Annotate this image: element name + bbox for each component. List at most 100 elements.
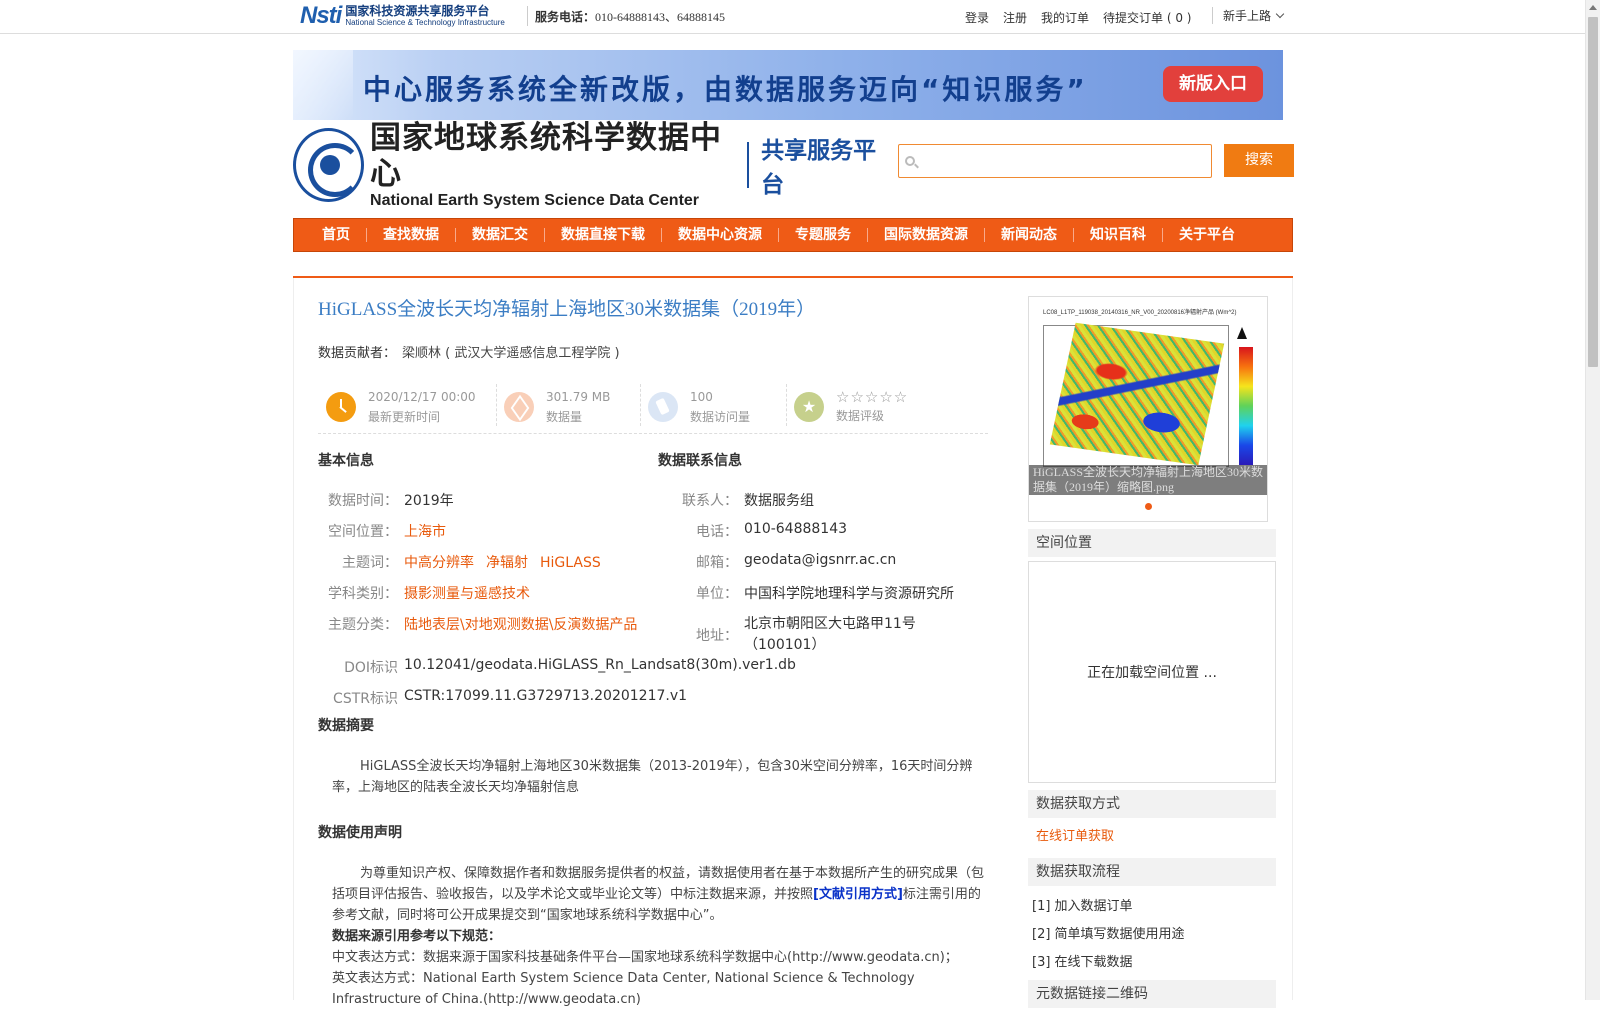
- stat-visits-value: 100: [690, 390, 713, 404]
- location-link[interactable]: 上海市: [404, 521, 446, 541]
- keyword-tag[interactable]: 中高分辨率: [404, 555, 474, 571]
- access-method-heading: 数据获取方式: [1028, 790, 1276, 818]
- nsti-logo-cn: 国家科技资源共享服务平台: [345, 4, 490, 18]
- nsti-logo-mark: Nsti: [300, 2, 342, 29]
- doi-row: DOI标识 10.12041/geodata.HiGLASS_Rn_Landsa…: [318, 657, 796, 677]
- nsti-logo-en: National Science & Technology Infrastruc…: [345, 18, 505, 27]
- category-row: 主题分类： 陆地表层\对地观测数据\反演数据产品: [318, 614, 637, 634]
- stat-updated-label: 最新更新时间: [368, 410, 441, 424]
- nsti-logo[interactable]: Nsti 国家科技资源共享服务平台 National Science & Tec…: [300, 2, 505, 30]
- pending-orders-link[interactable]: 待提交订单 ( 0 ): [1103, 9, 1191, 26]
- service-phone: 服务电话：010-64888143、64888145: [535, 8, 725, 25]
- keywords-label: 主题词：: [342, 555, 398, 571]
- register-link[interactable]: 注册: [1003, 9, 1027, 26]
- nav-direct-download[interactable]: 数据直接下载: [544, 228, 661, 242]
- contributor-value: 梁顺林 ( 武汉大学遥感信息工程学院 ): [402, 346, 620, 361]
- nav-find-data[interactable]: 查找数据: [366, 228, 455, 242]
- contact-person-value: 数据服务组: [744, 493, 814, 509]
- basic-info-heading: 基本信息: [318, 453, 374, 469]
- discipline-label: 学科类别：: [328, 586, 398, 602]
- nav-data-submission[interactable]: 数据汇交: [455, 228, 544, 242]
- stat-rating-label: 数据评级: [836, 409, 885, 423]
- rating-stars[interactable]: ☆☆☆☆☆: [836, 388, 908, 406]
- service-phone-label: 服务电话：: [535, 10, 596, 24]
- contact-address-line: 北京市朝阳区大屯路甲11号: [744, 616, 916, 632]
- contributor: 数据贡献者： 梁顺林 ( 武汉大学遥感信息工程学院 ): [318, 342, 620, 361]
- qr-code-heading: 元数据链接二维码: [1028, 980, 1276, 1008]
- keywords-row: 主题词： 中高分辨率 净辐射 HiGLASS: [318, 552, 613, 572]
- nav-news[interactable]: 新闻动态: [984, 228, 1073, 242]
- search-icon: [905, 156, 915, 166]
- scroll-up-arrow-icon[interactable]: [1589, 5, 1597, 10]
- top-divider: [527, 6, 528, 26]
- location-label: 空间位置：: [328, 524, 398, 540]
- dataset-thumbnail-carousel[interactable]: LC08_L1TP_119038_20140316_NR_V00_2020081…: [1028, 296, 1268, 522]
- contact-address-line: （100101）: [744, 637, 826, 653]
- page-scrollbar[interactable]: [1585, 0, 1600, 1000]
- citation-format-link[interactable]: [文献引用方式]: [813, 887, 903, 902]
- stat-visits-label: 数据访问量: [690, 410, 751, 424]
- color-scale-bar: [1239, 347, 1253, 465]
- chevron-down-icon: [1275, 9, 1285, 19]
- promo-banner[interactable]: 中心服务系统全新改版，由数据服务迈向“知识服务” 新版入口: [293, 50, 1283, 120]
- nav-topic-services[interactable]: 专题服务: [778, 228, 867, 242]
- stat-size-value: 301.79 MB: [546, 390, 611, 404]
- stat-size-label: 数据量: [546, 410, 583, 424]
- data-time-value: 2019年: [404, 493, 454, 509]
- category-label: 主题分类：: [328, 617, 398, 633]
- banner-text: 中心服务系统全新改版，由数据服务迈向“知识服务”: [363, 73, 1088, 106]
- online-order-link[interactable]: 在线订单获取: [1036, 825, 1114, 844]
- usage-ref-heading: 数据来源引用参考以下规范：: [332, 929, 502, 944]
- beginner-guide-label: 新手上路: [1223, 9, 1272, 23]
- beginner-guide-dropdown[interactable]: 新手上路: [1212, 7, 1285, 24]
- platform-name: 共享服务平台: [761, 138, 877, 198]
- contact-address-row: 地址： 北京市朝阳区大屯路甲11号 （100101）: [658, 614, 916, 656]
- nav-encyclopedia[interactable]: 知识百科: [1073, 228, 1162, 242]
- login-link[interactable]: 登录: [965, 9, 989, 26]
- contact-unit-row: 单位： 中国科学院地理科学与资源研究所: [658, 583, 954, 603]
- cstr-value: CSTR:17099.11.G3729713.20201217.v1: [404, 688, 688, 704]
- thumbnail-caption: HiGLASS全波长天均净辐射上海地区30米数据集（2019年）缩略图.png: [1029, 465, 1267, 495]
- site-name-en: National Earth System Science Data Cente…: [370, 192, 700, 209]
- contact-unit-value: 中国科学院地理科学与资源研究所: [744, 586, 954, 602]
- new-version-button[interactable]: 新版入口: [1163, 66, 1263, 102]
- spatial-location-map[interactable]: 正在加载空间位置 ...: [1028, 561, 1276, 783]
- process-step: [1] 加入数据订单: [1032, 899, 1133, 914]
- thumbnail-map-title: LC08_L1TP_119038_20140316_NR_V00_2020081…: [1043, 310, 1237, 316]
- site-logo[interactable]: 国家地球系统科学数据中心 National Earth System Scien…: [293, 120, 893, 209]
- stat-divider: [640, 384, 641, 426]
- location-row: 空间位置： 上海市: [318, 521, 446, 541]
- discipline-link[interactable]: 摄影测量与遥感技术: [404, 583, 530, 603]
- contact-phone-value: 010-64888143: [744, 521, 848, 537]
- search-button[interactable]: 搜索: [1224, 144, 1294, 177]
- north-arrow-icon: [1237, 327, 1247, 339]
- my-orders-link[interactable]: 我的订单: [1041, 9, 1089, 26]
- clock-icon: [326, 392, 356, 422]
- contact-unit-label: 单位：: [696, 586, 738, 602]
- nav-international-resources[interactable]: 国际数据资源: [867, 228, 984, 242]
- usage-en-citation: 英文表达方式：National Earth System Science Dat…: [332, 971, 915, 1007]
- access-process-heading: 数据获取流程: [1028, 858, 1276, 886]
- category-link[interactable]: 陆地表层\对地观测数据\反演数据产品: [404, 614, 637, 634]
- search-box: [898, 144, 1212, 178]
- scrollbar-thumb[interactable]: [1588, 17, 1598, 367]
- thumbnail-map: [1043, 322, 1229, 467]
- service-phone-value: 010-64888143、64888145: [595, 10, 726, 24]
- main-nav: 首页 查找数据 数据汇交 数据直接下载 数据中心资源 专题服务 国际数据资源 新…: [293, 218, 1293, 252]
- search-input[interactable]: [921, 145, 1206, 177]
- contact-person-row: 联系人： 数据服务组: [658, 490, 814, 510]
- keyword-tag[interactable]: HiGLASS: [540, 555, 601, 571]
- contact-email-row: 邮箱： geodata@igsnrr.ac.cn: [658, 552, 896, 572]
- nav-home[interactable]: 首页: [306, 228, 366, 242]
- contributor-label: 数据贡献者：: [318, 346, 397, 361]
- keyword-tag[interactable]: 净辐射: [486, 555, 528, 571]
- carousel-dot[interactable]: [1145, 503, 1152, 510]
- nav-center-resources[interactable]: 数据中心资源: [661, 228, 778, 242]
- stat-rating: ★ ☆☆☆☆☆ 数据评级: [794, 384, 908, 430]
- stat-visits: 100 数据访问量: [648, 384, 750, 430]
- contact-email-value[interactable]: geodata@igsnrr.ac.cn: [744, 552, 896, 572]
- process-step: [3] 在线下载数据: [1032, 955, 1133, 970]
- stat-updated: 2020/12/17 00:00 最新更新时间: [326, 384, 476, 430]
- nav-about[interactable]: 关于平台: [1162, 228, 1251, 242]
- doi-label: DOI标识: [344, 660, 398, 676]
